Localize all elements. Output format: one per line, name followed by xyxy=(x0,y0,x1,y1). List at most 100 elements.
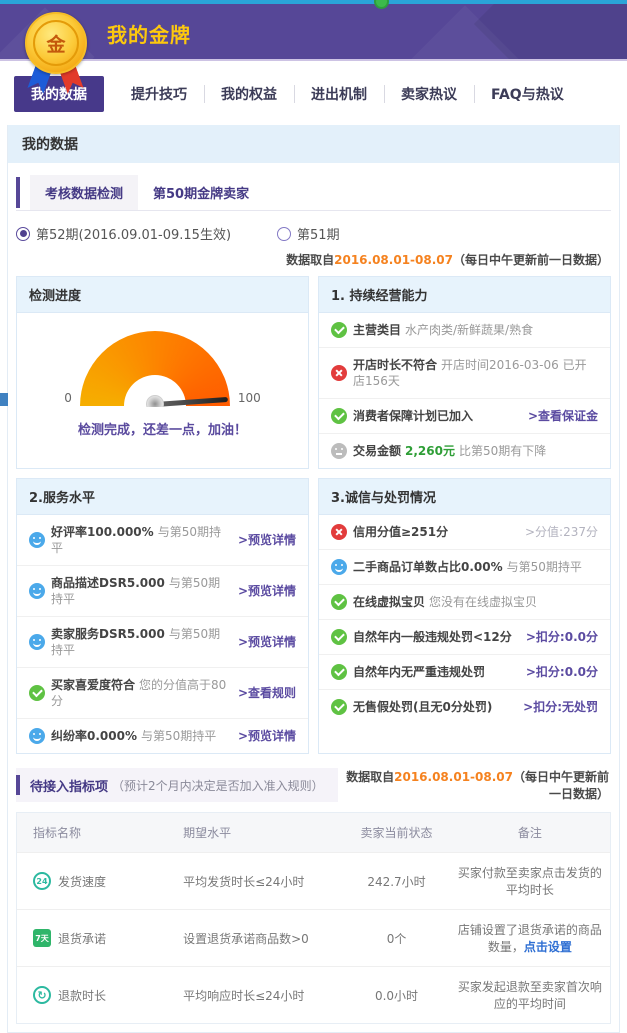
status-item: 主营类目水产肉类/新鲜蔬果/熟食 xyxy=(319,313,610,348)
status-item-link: >分值:237分 xyxy=(525,524,598,540)
section-title: 我的数据 xyxy=(8,125,619,163)
status-item-link[interactable]: >预览详情 xyxy=(238,634,296,650)
main-tab-bar: 我的数据提升技巧我的权益进出机制卖家热议FAQ与热议 xyxy=(0,61,627,125)
status-item-text: 开店时长不符合开店时间2016-03-06 已开店156天 xyxy=(353,357,598,389)
radio-icon[interactable] xyxy=(277,227,291,241)
status-item-link[interactable]: >预览详情 xyxy=(238,583,296,599)
gauge-hub xyxy=(146,395,164,407)
period-selector: 第52期(2016.09.01-09.15生效) 第51期 xyxy=(16,224,611,243)
cross-icon xyxy=(331,524,347,540)
browser-top-strip xyxy=(0,0,627,4)
tab-3[interactable]: 进出机制 xyxy=(294,76,384,112)
status-item-text: 自然年内无严重违规处罚 xyxy=(353,664,518,680)
status-item-link[interactable]: >查看保证金 xyxy=(528,408,598,424)
data-note-prefix: 数据取自 xyxy=(346,770,394,784)
status-item: 消费者保障计划已加入>查看保证金 xyxy=(319,399,610,434)
check-icon xyxy=(331,629,347,645)
metric-name-cell: ↻ 退款时长 xyxy=(17,975,177,1015)
7-day-return-icon: 7天 xyxy=(33,929,51,947)
status-item-link[interactable]: >预览详情 xyxy=(238,728,296,744)
smile-icon xyxy=(29,634,45,650)
status-item-text: 二手商品订单数占比0.00%与第50期持平 xyxy=(353,559,598,575)
current-status-cell: 0个 xyxy=(343,919,450,958)
panel-integrity-items: 信用分值≥251分 >分值:237分二手商品订单数占比0.00%与第50期持平在线… xyxy=(319,515,610,724)
tab-2[interactable]: 我的权益 xyxy=(204,76,294,112)
data-note-prefix: 数据取自 xyxy=(286,253,334,267)
table-row: ↻退款时长平均响应时长≤24小时0.0小时买家发起退款至卖家首次响应的平均时间 xyxy=(17,966,610,1023)
subtab-1[interactable]: 第50期金牌卖家 xyxy=(138,175,264,210)
check-icon xyxy=(29,685,45,701)
table-header-cell: 期望水平 xyxy=(177,813,343,852)
status-item-text: 纠纷率0.000%与第50期持平 xyxy=(51,728,230,744)
gauge-body: 0 100 检测完成，还差一点，加油！ xyxy=(17,313,308,452)
panel-service-items: 好评率100.000%与第50期持平>预览详情商品描述DSR5.000与第50期… xyxy=(17,515,308,753)
medal-circle: 金 xyxy=(25,12,87,74)
panel-operating-title: 1. 持续经营能力 xyxy=(319,277,610,313)
subtab-accent-bar xyxy=(16,177,20,208)
data-note-suffix: （每日中午更新前一日数据） xyxy=(513,770,609,801)
expected-level-cell: 平均发货时长≤24小时 xyxy=(177,862,343,901)
gauge-min-label: 0 xyxy=(64,391,72,407)
metric-name: 退款时长 xyxy=(58,987,106,1004)
status-item: 无售假处罚(且无0分处罚)>扣分:无处罚 xyxy=(319,690,610,724)
pending-title-box: 待接入指标项 （预计2个月内决定是否加入准入规则） xyxy=(16,768,338,802)
status-item: 在线虚拟宝贝您没有在线虚拟宝贝 xyxy=(319,585,610,620)
check-icon xyxy=(331,699,347,715)
content-container: 我的数据 考核数据检测第50期金牌卖家 第52期(2016.09.01-09.1… xyxy=(7,125,620,1033)
table-header-cell: 卖家当前状态 xyxy=(343,813,450,852)
data-note-suffix: （每日中午更新前一日数据） xyxy=(453,253,609,267)
data-note-date: 2016.08.01-08.07 xyxy=(394,770,513,784)
status-item-link[interactable]: >预览详情 xyxy=(238,532,296,548)
check-icon xyxy=(331,408,347,424)
status-item: 买家喜爱度符合您的分值高于80分>查看规则 xyxy=(17,668,308,719)
radio-icon[interactable] xyxy=(16,227,30,241)
refund-arrow-icon: ↻ xyxy=(33,986,51,1004)
page-banner: 我的金牌 xyxy=(0,4,627,61)
tab-4[interactable]: 卖家热议 xyxy=(384,76,474,112)
tab-1[interactable]: 提升技巧 xyxy=(114,76,204,112)
metric-name-cell: 24发货速度 xyxy=(17,861,177,901)
cross-icon xyxy=(331,365,347,381)
smile-icon xyxy=(331,559,347,575)
status-item-link[interactable]: >查看规则 xyxy=(238,685,296,701)
status-item: 好评率100.000%与第50期持平 >预览详情 xyxy=(17,515,308,566)
subtab-0[interactable]: 考核数据检测 xyxy=(30,175,138,210)
status-item-text: 信用分值≥251分 xyxy=(353,524,517,540)
gold-medal-icon: 金 xyxy=(24,12,88,98)
period-radio-0[interactable]: 第52期(2016.09.01-09.15生效) xyxy=(16,224,231,243)
status-item-link[interactable]: >扣分:0.0分 xyxy=(526,629,598,645)
progress-gauge xyxy=(80,331,230,407)
period-radio-1[interactable]: 第51期 xyxy=(277,224,340,243)
status-item-text: 商品描述DSR5.000与第50期持平 xyxy=(51,575,230,607)
smile-icon xyxy=(29,532,45,548)
pending-accent-bar xyxy=(16,775,20,795)
status-item: 卖家服务DSR5.000与第50期持平 >预览详情 xyxy=(17,617,308,668)
panel-progress-title: 检测进度 xyxy=(17,277,308,313)
panel-integrity-title: 3.诚信与处罚情况 xyxy=(319,479,610,515)
status-item-link[interactable]: >扣分:0.0分 xyxy=(526,664,598,680)
panel-service-title: 2.服务水平 xyxy=(17,479,308,515)
status-item-text: 卖家服务DSR5.000与第50期持平 xyxy=(51,626,230,658)
status-item: 交易金额2,260元比第50期有下降 xyxy=(319,434,610,468)
neutral-face-icon xyxy=(331,443,347,459)
pending-note: （预计2个月内决定是否加入准入规则） xyxy=(112,777,324,794)
metric-name: 退货承诺 xyxy=(58,930,106,947)
status-item: 信用分值≥251分 >分值:237分 xyxy=(319,515,610,550)
pending-section-header: 待接入指标项 （预计2个月内决定是否加入准入规则） 数据取自2016.08.01… xyxy=(16,768,611,802)
period-label: 第51期 xyxy=(297,224,340,243)
remark-link[interactable]: 点击设置 xyxy=(524,940,572,954)
smile-icon xyxy=(29,728,45,744)
data-source-note: 数据取自2016.08.01-08.07（每日中午更新前一日数据） xyxy=(18,251,609,268)
status-item-text: 好评率100.000%与第50期持平 xyxy=(51,524,230,556)
check-icon xyxy=(331,322,347,338)
table-header-cell: 备注 xyxy=(450,813,610,852)
status-item: 纠纷率0.000%与第50期持平 >预览详情 xyxy=(17,719,308,753)
tab-5[interactable]: FAQ与热议 xyxy=(474,76,581,112)
expected-level-cell: 平均响应时长≤24小时 xyxy=(177,976,343,1015)
sub-tab-bar: 考核数据检测第50期金牌卖家 xyxy=(16,175,611,211)
status-item: 自然年内一般违规处罚<12分>扣分:0.0分 xyxy=(319,620,610,655)
table-row: 24发货速度平均发货时长≤24小时242.7小时买家付款至卖家点击发货的平均时长 xyxy=(17,852,610,909)
status-item-link[interactable]: >扣分:无处罚 xyxy=(523,699,598,715)
24-hour-shipping-icon: 24 xyxy=(33,872,51,890)
gauge-caption: 检测完成，还差一点，加油！ xyxy=(17,419,308,438)
